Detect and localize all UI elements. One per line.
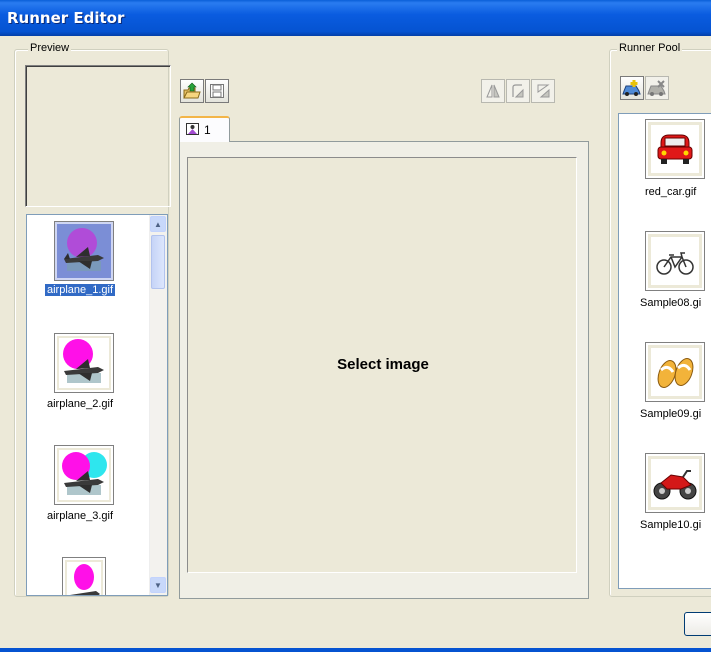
list-item[interactable] [645, 231, 705, 291]
canvas-placeholder-text: Select image [337, 356, 429, 373]
bicycle-icon [651, 237, 699, 285]
remove-car-icon [647, 80, 666, 96]
list-item[interactable] [54, 221, 114, 281]
list-item[interactable] [645, 119, 705, 179]
dialog-button[interactable] [684, 612, 711, 636]
airplane-icon [59, 338, 109, 388]
airplane-icon [59, 450, 109, 500]
flip-vertical-icon [537, 84, 550, 98]
editor-panel: Select image [179, 141, 589, 599]
import-icon [183, 82, 201, 99]
list-item[interactable] [62, 557, 106, 595]
tab-label: 1 [204, 123, 211, 137]
scroll-down-button[interactable]: ▼ [150, 577, 166, 593]
save-icon [210, 84, 224, 98]
flip-horizontal-button[interactable] [481, 79, 505, 103]
preview-image-box [25, 65, 171, 207]
import-button[interactable] [180, 79, 204, 103]
motorcycle-icon [651, 459, 699, 507]
frame-icon [186, 123, 199, 135]
runner-caption[interactable]: Sample09.gi [640, 408, 701, 420]
runner-caption[interactable]: Sample08.gi [640, 297, 701, 309]
runner-pool-list[interactable]: red_car.gif Sample08.gi Sample09.gi Samp… [618, 113, 711, 589]
title-bar[interactable]: Runner Editor [0, 0, 711, 36]
add-runner-button[interactable] [620, 76, 644, 100]
remove-runner-button[interactable] [645, 76, 669, 100]
image-caption[interactable]: airplane_1.gif [45, 284, 116, 296]
list-item[interactable] [54, 445, 114, 505]
flip-horizontal-icon [486, 84, 500, 98]
rotate-icon [512, 84, 524, 98]
airplane-icon [64, 228, 104, 271]
window-bottom-border [0, 648, 711, 652]
image-list-scrollbar[interactable]: ▲ ▼ [149, 215, 167, 595]
rotate-button[interactable] [506, 79, 530, 103]
runner-pool-label: Runner Pool [617, 42, 683, 54]
list-item[interactable] [54, 333, 114, 393]
preview-group-label: Preview [28, 42, 72, 54]
image-caption[interactable]: airplane_3.gif [47, 510, 113, 522]
runner-caption[interactable]: Sample10.gi [640, 519, 701, 531]
tab-1[interactable]: 1 [179, 116, 230, 142]
sandals-icon [651, 348, 699, 396]
airplane-icon [67, 562, 101, 595]
image-caption[interactable]: airplane_2.gif [47, 398, 113, 410]
image-list[interactable]: airplane_1.gif airplane_2.gif airplane_3… [26, 214, 168, 596]
image-canvas[interactable]: Select image [187, 157, 577, 573]
runner-caption[interactable]: red_car.gif [645, 186, 696, 198]
add-car-icon [622, 80, 641, 96]
flip-vertical-button[interactable] [531, 79, 555, 103]
scroll-up-button[interactable]: ▲ [150, 216, 166, 232]
car-icon [651, 125, 699, 173]
window-title: Runner Editor [7, 9, 125, 27]
list-item[interactable] [645, 342, 705, 402]
window-body: Preview airplane_1.gif airplane_2.gif ai… [0, 36, 711, 652]
save-button[interactable] [205, 79, 229, 103]
scroll-thumb[interactable] [151, 235, 165, 289]
list-item[interactable] [645, 453, 705, 513]
